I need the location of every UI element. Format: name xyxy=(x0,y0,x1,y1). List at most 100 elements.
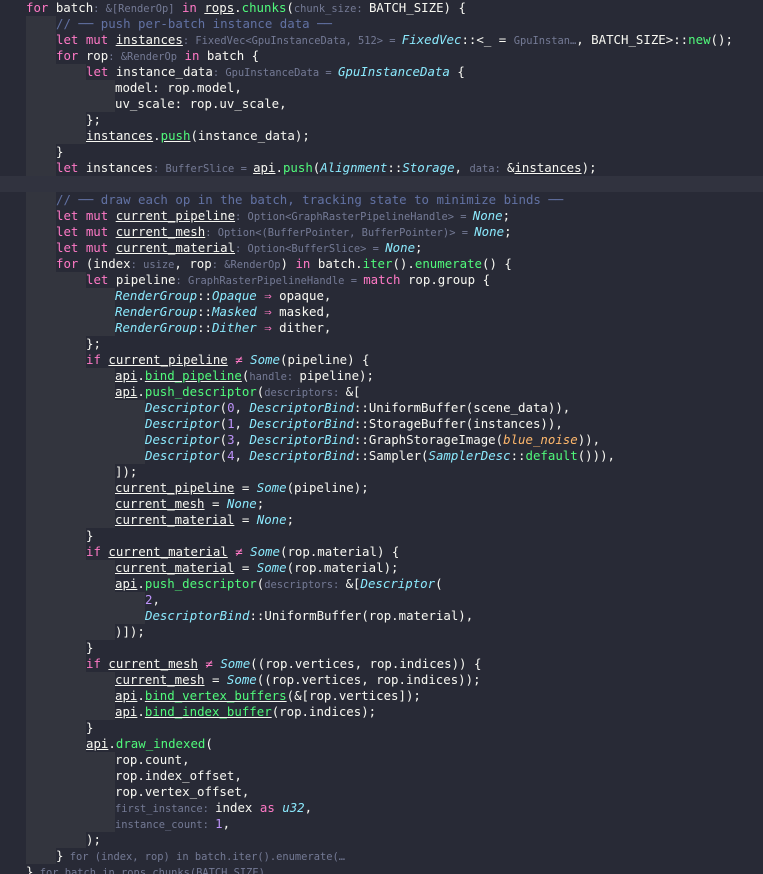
code-token: : BufferSlice = xyxy=(152,163,254,175)
code-line[interactable]: 2, xyxy=(0,592,160,608)
code-line[interactable]: if current_pipeline ≠ Some(pipeline) { xyxy=(0,352,370,368)
code-line[interactable]: } for (index, rop) in batch.iter().enume… xyxy=(0,848,345,864)
code-line[interactable]: let mut current_mesh: Option<(BufferPoin… xyxy=(0,224,512,240)
code-line[interactable]: // ── push per-batch instance data ── xyxy=(0,16,332,32)
code-token: current_material xyxy=(115,240,236,255)
code-line[interactable]: let instance_data: GpuInstanceData = Gpu… xyxy=(0,64,465,80)
code-line[interactable]: let mut instances: FixedVec<GpuInstanceD… xyxy=(0,32,733,48)
code-token: chunks xyxy=(241,0,287,15)
code-token: )]); xyxy=(115,624,145,639)
code-token: (instance_data); xyxy=(190,128,310,143)
code-line[interactable]: current_mesh = None; xyxy=(0,496,264,512)
code-line[interactable]: for batch: &[RenderOp] in rops.chunks(ch… xyxy=(0,0,466,16)
code-line[interactable]: ]); xyxy=(0,464,137,480)
code-token: ( xyxy=(219,432,228,447)
code-line[interactable]: } xyxy=(0,144,63,160)
code-line[interactable]: for rop: &RenderOp in batch { xyxy=(0,48,259,64)
code-token: for (index, rop) in batch.iter().enumera… xyxy=(63,851,345,863)
code-token: current_pipeline xyxy=(115,480,235,495)
code-token: for xyxy=(26,0,49,15)
code-token: ::<_ = xyxy=(461,32,514,47)
code-line[interactable]: instances.push(instance_data); xyxy=(0,128,310,144)
code-token: api xyxy=(115,688,138,703)
code-line[interactable]: current_mesh = Some((rop.vertices, rop.i… xyxy=(0,672,481,688)
code-line[interactable]: }; xyxy=(0,112,101,128)
code-token: } xyxy=(86,528,94,543)
code-line[interactable]: Descriptor(3, DescriptorBind::GraphStora… xyxy=(0,432,600,448)
code-token: current_mesh xyxy=(115,224,206,239)
code-token: bind_pipeline xyxy=(144,368,242,383)
code-token: api xyxy=(253,160,276,175)
code-token: (pipeline); xyxy=(286,480,369,495)
code-line[interactable]: api.push_descriptor(descriptors: &[ xyxy=(0,384,360,400)
code-line[interactable]: let mut current_pipeline: Option<GraphRa… xyxy=(0,208,510,224)
code-line[interactable]: RenderGroup::Masked ⇒ masked, xyxy=(0,304,331,320)
code-token: DescriptorBind xyxy=(249,400,354,415)
code-line[interactable]: ); xyxy=(0,832,101,848)
code-token: push_descriptor xyxy=(144,384,257,399)
code-token: instances xyxy=(115,32,183,47)
code-token: let xyxy=(56,160,86,175)
code-line[interactable]: api.draw_indexed( xyxy=(0,736,213,752)
code-line[interactable]: )]); xyxy=(0,624,145,640)
code-token: :: xyxy=(510,448,526,463)
code-token: ::UniformBuffer(scene_data)), xyxy=(353,400,571,415)
code-line[interactable]: // ── draw each op in the batch, trackin… xyxy=(0,192,563,208)
code-line[interactable]: DescriptorBind::UniformBuffer(rop.materi… xyxy=(0,608,473,624)
code-line[interactable]: } for batch in rops.chunks(BATCH_SIZE) xyxy=(0,864,265,874)
code-line[interactable]: api.bind_pipeline(handle: pipeline); xyxy=(0,368,374,384)
code-token: (&[rop.vertices]); xyxy=(286,688,421,703)
code-line[interactable]: api.push_descriptor (descriptors: &[Descr… xyxy=(0,576,443,592)
code-line[interactable]: instance_count: 1, xyxy=(0,816,230,832)
code-line[interactable]: model: rop.model, xyxy=(0,80,242,96)
code-line[interactable]: first_instance: index as u32, xyxy=(0,800,312,816)
code-token: current_mesh xyxy=(115,496,205,511)
code-line[interactable]: } xyxy=(0,640,93,656)
code-line[interactable]: Descriptor(1, DescriptorBind::StorageBuf… xyxy=(0,416,563,432)
code-line[interactable]: current_material = None; xyxy=(0,512,294,528)
code-token: instances xyxy=(85,160,153,175)
code-line[interactable]: } xyxy=(0,528,93,544)
code-line[interactable]: current_pipeline = Some(pipeline); xyxy=(0,480,369,496)
code-token: data: xyxy=(469,163,507,175)
code-line[interactable]: let mut current_material: Option<BufferS… xyxy=(0,240,423,256)
code-line[interactable]: RenderGroup::Dither ⇒ dither, xyxy=(0,320,331,336)
code-line[interactable]: api.bind_vertex_buffers(&[rop.vertices])… xyxy=(0,688,421,704)
code-token: bind_index_buffer xyxy=(144,704,272,719)
code-line[interactable]: Descriptor(4, DescriptorBind::Sampler(Sa… xyxy=(0,448,615,464)
code-line[interactable]: RenderGroup::Opaque ⇒ opaque, xyxy=(0,288,331,304)
code-token: = xyxy=(234,480,257,495)
code-token: 1 xyxy=(215,816,223,831)
code-token: api xyxy=(115,368,138,383)
code-line[interactable]: uv_scale: rop.uv_scale, xyxy=(0,96,287,112)
code-line[interactable]: api.bind_index_buffer(rop.indices); xyxy=(0,704,376,720)
code-token: in xyxy=(177,48,207,63)
code-line[interactable]: }; xyxy=(0,336,101,352)
code-line[interactable]: rop.vertex_offset, xyxy=(0,784,249,800)
code-token: , xyxy=(234,400,250,415)
code-editor[interactable]: for batch: &[RenderOp] in rops.chunks(ch… xyxy=(0,0,763,874)
code-token: blue_noise xyxy=(503,432,578,447)
code-token: ( xyxy=(435,576,443,591)
code-token: current_pipeline xyxy=(115,208,236,223)
code-line[interactable]: let pipeline: GraphRasterPipelineHandle … xyxy=(0,272,490,288)
code-token: Descriptor xyxy=(360,576,436,591)
code-token: ≠ xyxy=(197,656,221,671)
code-token: = xyxy=(234,560,257,575)
code-token: :: xyxy=(197,304,212,319)
code-line[interactable]: if current_mesh ≠ Some((rop.vertices, ro… xyxy=(0,656,481,672)
code-token: draw_indexed xyxy=(115,736,206,751)
code-line[interactable]: } xyxy=(0,720,93,736)
code-line[interactable]: let instances: BufferSlice = api.push(Al… xyxy=(0,160,597,176)
code-line[interactable]: Descriptor(0, DescriptorBind::UniformBuf… xyxy=(0,400,570,416)
code-token: rop.index_offset, xyxy=(115,768,242,783)
code-token: DescriptorBind xyxy=(249,432,354,447)
code-line[interactable] xyxy=(0,176,763,192)
code-token: instance_count: xyxy=(115,819,216,831)
code-line[interactable]: for (index: usize, rop: &RenderOp) in ba… xyxy=(0,256,512,272)
code-line[interactable]: rop.count, xyxy=(0,752,190,768)
code-token: &[ xyxy=(345,576,361,591)
code-line[interactable]: current_material = Some(rop.material); xyxy=(0,560,399,576)
code-line[interactable]: rop.index_offset, xyxy=(0,768,242,784)
code-line[interactable]: if current_material ≠ Some(rop.material)… xyxy=(0,544,399,560)
